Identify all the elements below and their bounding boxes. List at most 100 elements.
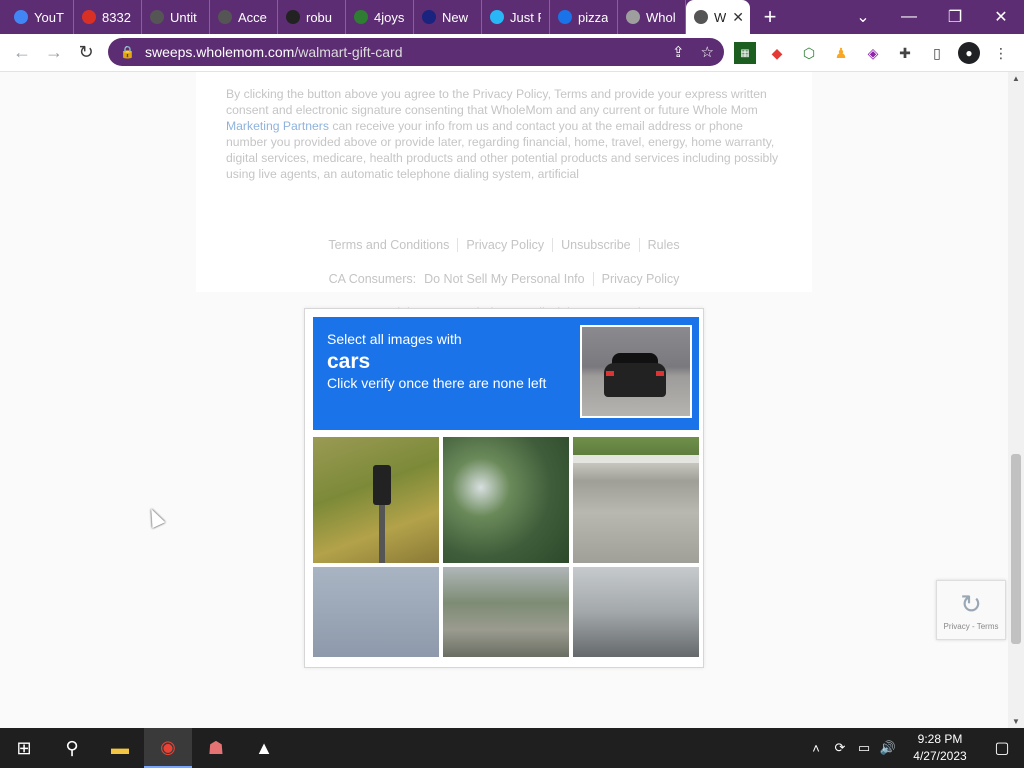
share-icon[interactable]: ⇪	[672, 43, 685, 61]
browser-tab[interactable]: 8332	[74, 0, 142, 34]
clock-date: 4/27/2023	[913, 749, 967, 763]
browser-tab[interactable]: New	[414, 0, 482, 34]
address-bar[interactable]: 🔒 sweeps.wholemom.com/walmart-gift-card …	[108, 38, 724, 66]
file-explorer-button[interactable]: ▬	[96, 728, 144, 768]
tab-title: Acce	[238, 9, 267, 25]
browser-tab[interactable]: W ✕	[686, 0, 750, 34]
browser-tab[interactable]: Acce	[210, 0, 278, 34]
restore-button[interactable]: ❐	[932, 0, 978, 34]
captcha-instruction: Click verify once there are none left	[327, 375, 547, 391]
extensions-puzzle-icon[interactable]: ✚	[894, 42, 916, 64]
wholemom-icon	[626, 10, 640, 24]
reload-icon: ↻	[78, 42, 94, 62]
captcha-tile-plant[interactable]	[443, 437, 569, 563]
close-window-button[interactable]: ✕	[978, 0, 1024, 34]
recaptcha-badge[interactable]: ↻ Privacy - Terms	[936, 580, 1006, 640]
captcha-tile-road[interactable]	[443, 567, 569, 657]
reload-button[interactable]: ↻	[70, 37, 102, 69]
extension-green-icon[interactable]: ▦	[734, 42, 756, 64]
captcha-tile-guardrail[interactable]	[573, 437, 699, 563]
globe-icon	[150, 10, 164, 24]
recaptcha-logo-icon: ↻	[960, 589, 982, 619]
tab-title: Just F	[510, 9, 541, 25]
photos-app-button[interactable]: ▲	[240, 728, 288, 768]
side-panel-icon[interactable]: ▯	[926, 42, 948, 64]
browser-tab[interactable]: YouT	[6, 0, 74, 34]
chrome-icon: ◉	[160, 736, 176, 757]
tab-title: robu	[306, 9, 333, 25]
volume-icon[interactable]: 🔊	[876, 740, 900, 756]
captcha-tile-bridge[interactable]	[573, 567, 699, 657]
news-icon	[422, 10, 436, 24]
browser-tab[interactable]: Just F	[482, 0, 550, 34]
captcha-tile-sky[interactable]	[313, 567, 439, 657]
forward-button[interactable]: →	[38, 37, 70, 69]
ca-consumers-row: CA Consumers: Do Not Sell My Personal In…	[0, 272, 1008, 286]
scroll-down-arrow-icon[interactable]: ▼	[1012, 717, 1020, 726]
tab-title: pizza	[578, 9, 609, 25]
url-path: /walmart-gift-card	[294, 44, 403, 60]
browser-tab[interactable]: Untit	[142, 0, 210, 34]
footer-links: Terms and Conditions Privacy Policy Unsu…	[0, 238, 1008, 252]
clock-time: 9:28 PM	[917, 732, 963, 746]
browser-tab[interactable]: pizza	[550, 0, 618, 34]
photos-icon: ▲	[255, 737, 273, 758]
tab-search-button[interactable]: ⌄	[840, 0, 886, 34]
globe-icon	[694, 10, 708, 24]
close-tab-icon[interactable]: ✕	[732, 9, 744, 26]
system-tray: ˄ ⟳ ▭ 🔊 9:28 PM 4/27/2023 ▢	[804, 728, 1024, 768]
arrow-left-icon: ←	[13, 42, 31, 62]
search-button[interactable]: ⚲	[48, 728, 96, 768]
captcha-challenge: Select all images with cars Click verify…	[304, 308, 704, 668]
notifications-icon[interactable]: ▢	[980, 738, 1024, 758]
globe-icon	[218, 10, 232, 24]
tab-strip: YouT 8332 Untit Acce robu 4joys New Just F pizza…	[0, 0, 1024, 34]
start-button[interactable]: ⊞	[0, 728, 48, 768]
chrome-taskbar-button[interactable]: ◉	[144, 728, 192, 768]
extension-roblox-icon[interactable]: ◆	[766, 42, 788, 64]
network-icon[interactable]: ▭	[852, 740, 876, 756]
browser-tab[interactable]: Whol	[618, 0, 686, 34]
back-button[interactable]: ←	[6, 37, 38, 69]
chevron-up-icon[interactable]: ˄	[804, 741, 828, 756]
menu-kebab-icon[interactable]: ⋮	[990, 42, 1012, 64]
do-not-sell-link[interactable]: Do Not Sell My Personal Info	[416, 272, 594, 286]
marketing-partners-link[interactable]: Marketing Partners	[226, 119, 329, 133]
browser-tab[interactable]: 4joys	[346, 0, 414, 34]
rules-link[interactable]: Rules	[640, 238, 688, 252]
unsubscribe-link[interactable]: Unsubscribe	[553, 238, 640, 252]
bookmark-star-icon[interactable]: ☆	[701, 43, 714, 61]
new-tab-button[interactable]: +	[750, 0, 790, 34]
nitw-app-button[interactable]: ☗	[192, 728, 240, 768]
recaptcha-privacy-terms[interactable]: Privacy - Terms	[944, 622, 999, 631]
ca-privacy-policy-link[interactable]: Privacy Policy	[594, 272, 688, 286]
terms-link[interactable]: Terms and Conditions	[320, 238, 459, 252]
consent-disclaimer: By clicking the button above you agree t…	[226, 86, 786, 182]
tab-title: Whol	[646, 9, 676, 25]
extension-hex-icon[interactable]: ⬡	[798, 42, 820, 64]
arrow-right-icon: →	[45, 42, 63, 62]
minimize-button[interactable]: —	[886, 0, 932, 34]
url-host: sweeps.wholemom.com	[144, 44, 295, 60]
profile-avatar-icon[interactable]: ●	[958, 42, 980, 64]
page-scrollbar[interactable]: ▲ ▼	[1008, 72, 1024, 728]
lock-icon: 🔒	[120, 45, 135, 59]
update-icon[interactable]: ⟳	[828, 740, 852, 756]
tab-title: YouT	[34, 9, 64, 25]
scroll-up-arrow-icon[interactable]: ▲	[1012, 74, 1020, 83]
scroll-thumb[interactable]	[1011, 454, 1021, 644]
swirl-icon	[490, 10, 504, 24]
captcha-image-grid	[313, 437, 699, 657]
tabs-container: YouT 8332 Untit Acce robu 4joys New Just F pizza…	[0, 0, 750, 34]
taskbar-clock[interactable]: 9:28 PM 4/27/2023	[900, 731, 980, 765]
extension-cat-icon[interactable]: ◈	[862, 42, 884, 64]
browser-toolbar: ← → ↻ 🔒 sweeps.wholemom.com/walmart-gift…	[0, 34, 1024, 72]
privacy-policy-link[interactable]: Privacy Policy	[458, 238, 554, 252]
captcha-tile-traffic-light[interactable]	[313, 437, 439, 563]
extension-figure-icon[interactable]: ♟	[830, 42, 852, 64]
window-controls: ⌄ — ❐ ✕	[840, 0, 1024, 34]
captcha-select-text: Select all images with	[327, 331, 462, 347]
tab-title: New	[442, 9, 469, 25]
browser-tab[interactable]: robu	[278, 0, 346, 34]
search-icon: ⚲	[65, 737, 79, 758]
